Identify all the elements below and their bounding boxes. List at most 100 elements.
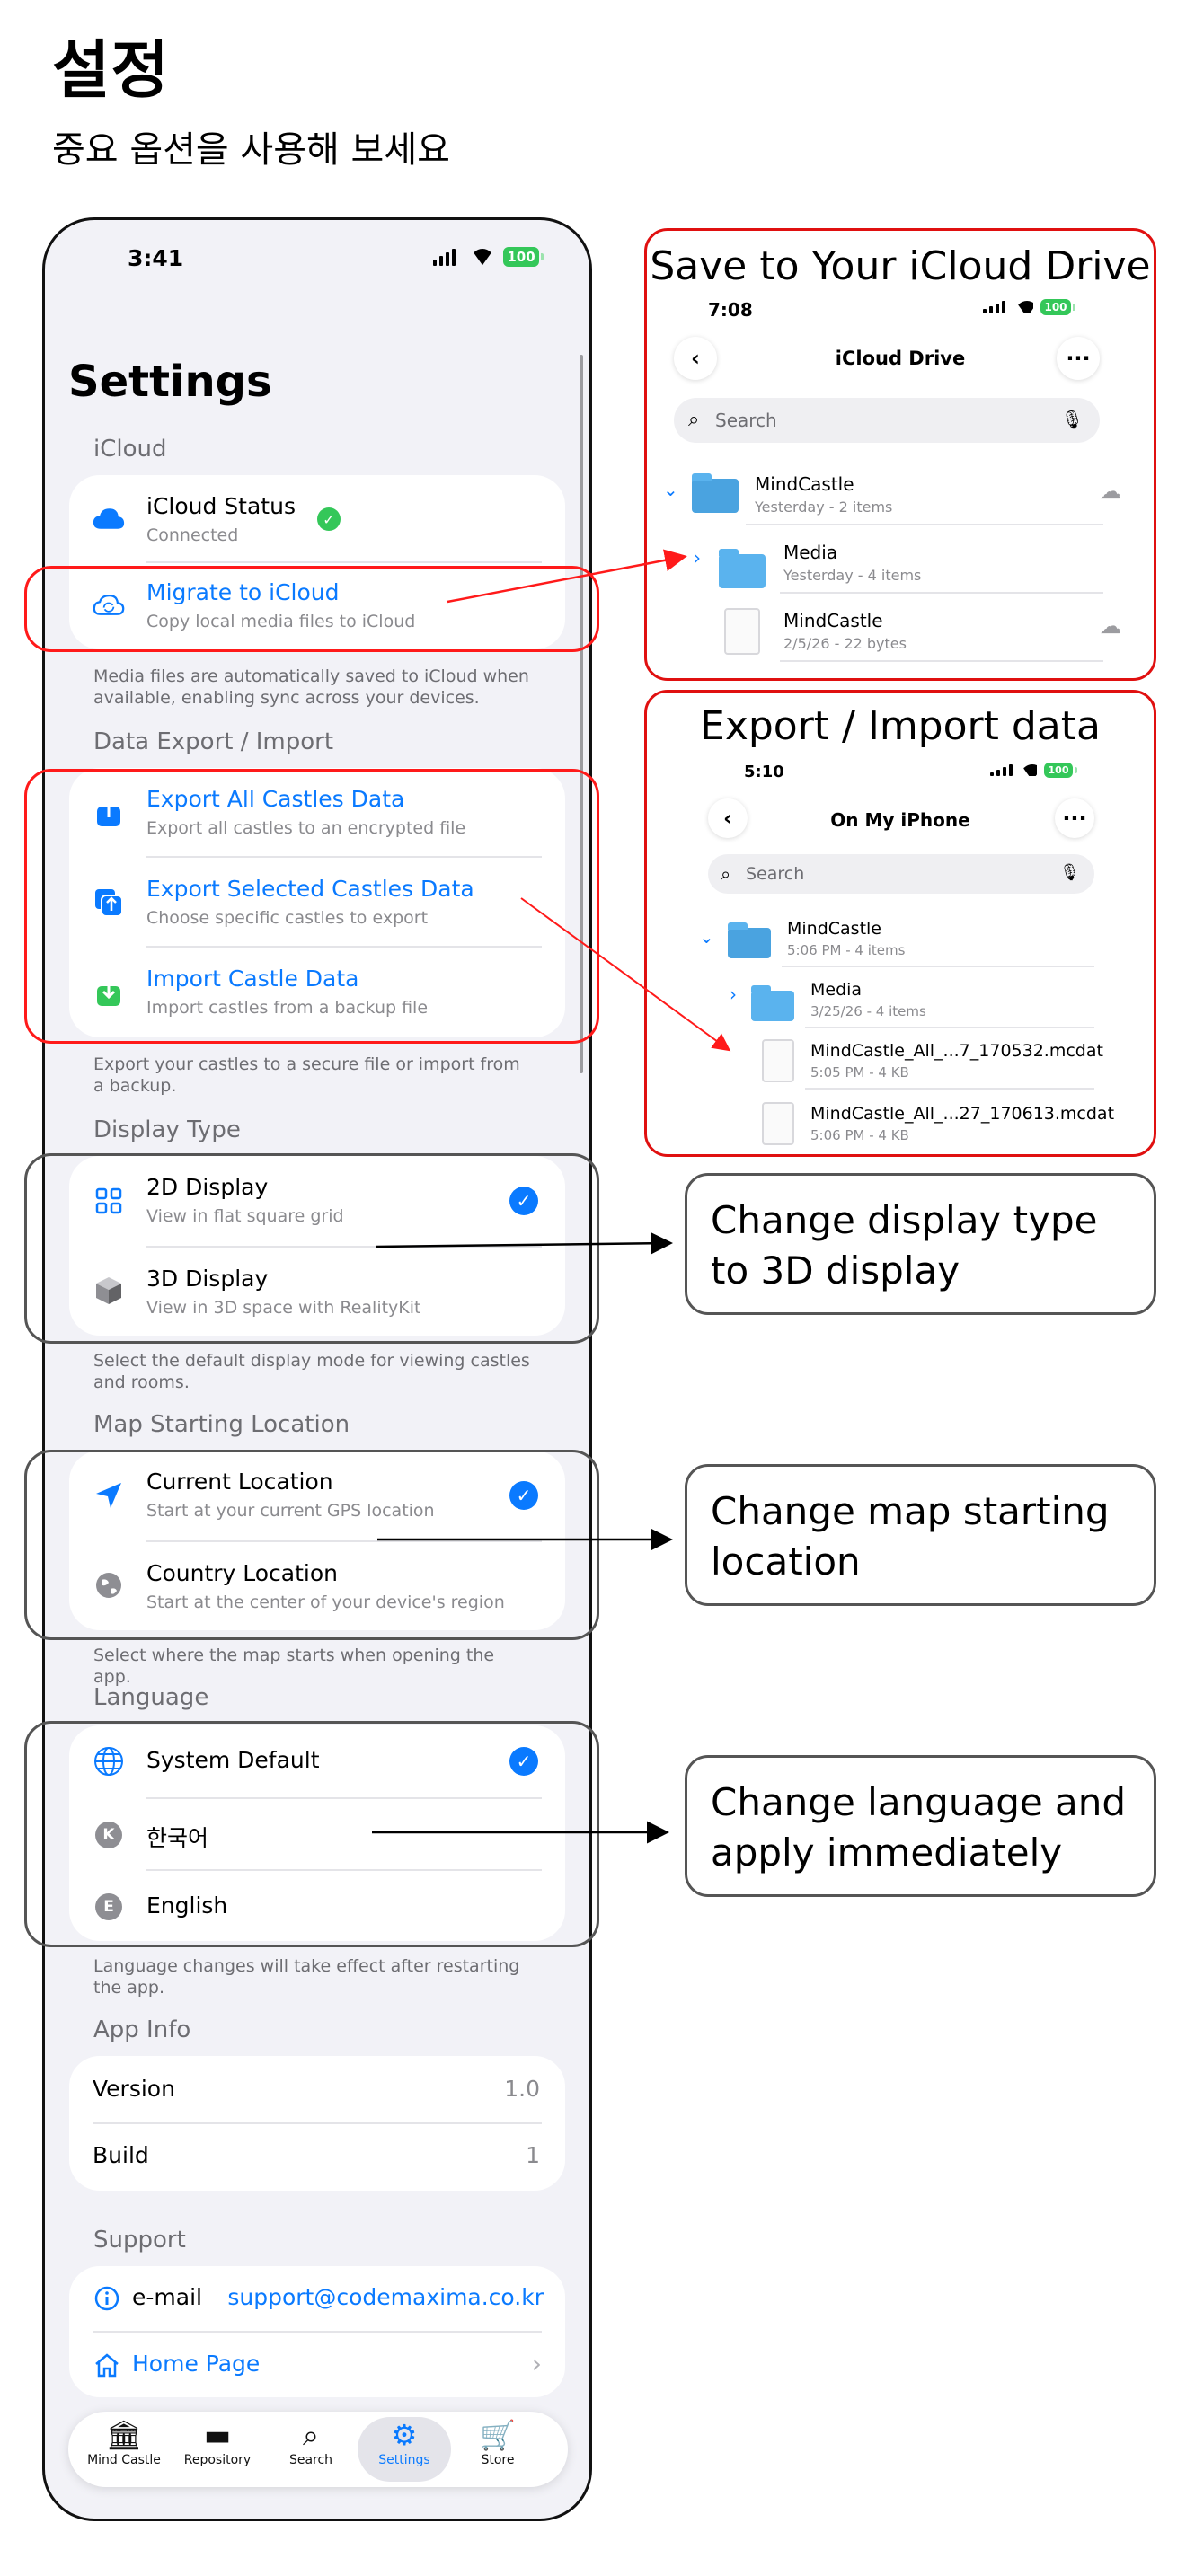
cloud-icon: [93, 502, 125, 534]
tab-label: Mind Castle: [87, 2453, 161, 2467]
inset-export-time: 5:10: [744, 763, 784, 781]
signal-icon: [990, 764, 1013, 776]
divider: [746, 524, 1103, 525]
signal-icon: [983, 301, 1005, 313]
castle-icon: 🏛: [105, 2418, 143, 2452]
build-label: Build: [93, 2142, 149, 2168]
section-heading-icloud: iCloud: [93, 436, 167, 463]
email-row[interactable]: e-mail support@codemaxima.co.kr: [69, 2266, 565, 2331]
wifi-icon: [1015, 301, 1033, 313]
build-value: 1: [526, 2142, 540, 2168]
tab-settings[interactable]: ⚙ Settings: [358, 2417, 451, 2482]
tab-repository[interactable]: ▬ Repository: [171, 2417, 264, 2482]
folder-icon: [692, 473, 739, 513]
file-icon: [762, 1039, 794, 1082]
folder-icon: [728, 922, 771, 958]
email-label: e-mail: [132, 2284, 202, 2310]
version-row: Version 1.0: [69, 2056, 565, 2122]
section-heading-map: Map Starting Location: [93, 1411, 350, 1438]
app-info-card: Version 1.0 Build 1: [69, 2056, 565, 2191]
wifi-icon: [471, 249, 494, 265]
folder-icon: ▬: [203, 2418, 232, 2452]
microphone-icon: 🎙: [1060, 409, 1084, 430]
search-bar[interactable]: ⌕ Search 🎙: [674, 398, 1100, 443]
divider: [782, 966, 1094, 967]
divider: [780, 592, 1103, 594]
home-page-button[interactable]: Home Page ›: [69, 2333, 565, 2397]
item-meta: Yesterday - 4 items: [783, 567, 922, 584]
search-bar[interactable]: ⌕ Search 🎙: [708, 854, 1094, 894]
divider: [780, 660, 1103, 662]
item-meta: 5:06 PM - 4 KB: [810, 1127, 909, 1143]
microphone-icon: 🎙: [1059, 863, 1080, 882]
tab-search[interactable]: ⌕ Search: [264, 2417, 358, 2482]
chevron-right-icon: ›: [531, 2349, 542, 2378]
signal-icon: [433, 249, 456, 266]
icloud-status-row: iCloud Status Connected ✓: [69, 475, 565, 561]
status-bar: 3:41 100: [45, 220, 589, 301]
tab-store[interactable]: 🛒 Store: [451, 2417, 544, 2482]
page-subtitle: 중요 옵션을 사용해 보세요: [52, 129, 450, 171]
cart-icon: 🛒: [480, 2418, 516, 2452]
highlight-map: [24, 1450, 599, 1640]
inset-icloud-title: Save to Your iCloud Drive: [650, 243, 1151, 289]
page-title: 설정: [52, 33, 170, 107]
battery-icon: 100: [1040, 299, 1075, 315]
callout-language: Change language and apply immediately: [685, 1755, 1156, 1897]
search-icon: ⌕: [721, 863, 731, 885]
search-icon: ⌕: [688, 409, 700, 431]
icloud-status-value: Connected: [146, 525, 239, 545]
tab-bar: 🏛 Mind Castle ▬ Repository ⌕ Search ⚙ Se…: [68, 2412, 568, 2487]
chevron-right-icon[interactable]: ›: [694, 547, 701, 569]
connected-check-icon: ✓: [317, 507, 341, 531]
chevron-down-icon[interactable]: ⌄: [699, 926, 714, 948]
inset-icloud-time: 7:08: [708, 299, 753, 321]
tab-label: Store: [481, 2453, 515, 2467]
tab-label: Repository: [183, 2453, 252, 2467]
chevron-down-icon[interactable]: ⌄: [663, 479, 678, 500]
section-heading-display: Display Type: [93, 1116, 241, 1143]
more-button[interactable]: ···: [1057, 337, 1100, 380]
map-note: Select where the map starts when opening…: [93, 1645, 495, 1687]
inset-export-import: Export / Import data 5:10 100 ‹ On My iP…: [644, 690, 1156, 1157]
item-meta: 5:06 PM - 4 items: [787, 942, 906, 958]
house-icon: [91, 2349, 123, 2381]
tab-label: Settings: [378, 2453, 430, 2467]
search-icon: ⌕: [303, 2418, 319, 2452]
more-button[interactable]: ···: [1055, 798, 1094, 838]
tab-mind-castle[interactable]: 🏛 Mind Castle: [77, 2417, 171, 2482]
file-icon: [724, 608, 760, 655]
language-note: Language changes will take effect after …: [93, 1956, 520, 1998]
section-heading-app-info: App Info: [93, 2016, 191, 2043]
email-link[interactable]: support@codemaxima.co.kr: [227, 2284, 544, 2310]
version-label: Version: [93, 2076, 175, 2102]
callout-map: Change map starting location: [685, 1464, 1156, 1606]
search-placeholder: Search: [746, 864, 805, 884]
item-meta: Yesterday - 2 items: [755, 498, 893, 516]
chevron-right-icon[interactable]: ›: [730, 984, 737, 1005]
item-name: MindCastle: [783, 610, 883, 631]
item-name: Media: [783, 542, 838, 563]
file-icon: [762, 1102, 794, 1145]
item-name: MindCastle: [787, 919, 882, 939]
section-heading-export: Data Export / Import: [93, 728, 334, 755]
search-placeholder: Search: [715, 410, 777, 431]
highlight-migrate: [24, 566, 599, 652]
gear-icon: ⚙: [391, 2418, 418, 2452]
callout-display: Change display type to 3D display: [685, 1173, 1156, 1315]
icloud-status-label: iCloud Status: [146, 493, 296, 519]
item-name: Media: [810, 980, 863, 1000]
cloud-download-icon[interactable]: ☁: [1100, 479, 1121, 504]
settings-title: Settings: [68, 357, 272, 407]
display-note: Select the default display mode for view…: [93, 1351, 530, 1392]
battery-icon: 100: [1044, 763, 1077, 778]
folder-icon: [719, 549, 766, 588]
divider: [805, 1088, 1094, 1090]
item-name: MindCastle_All_...27_170613.mcdat: [810, 1104, 1115, 1124]
home-page-label: Home Page: [132, 2351, 261, 2377]
tab-label: Search: [288, 2453, 333, 2467]
inset-export-title: Export / Import data: [700, 703, 1101, 749]
cloud-download-icon[interactable]: ☁: [1100, 613, 1121, 639]
inset-icloud-drive: Save to Your iCloud Drive 7:08 100 ‹ iCl…: [644, 228, 1156, 681]
version-value: 1.0: [504, 2076, 540, 2102]
